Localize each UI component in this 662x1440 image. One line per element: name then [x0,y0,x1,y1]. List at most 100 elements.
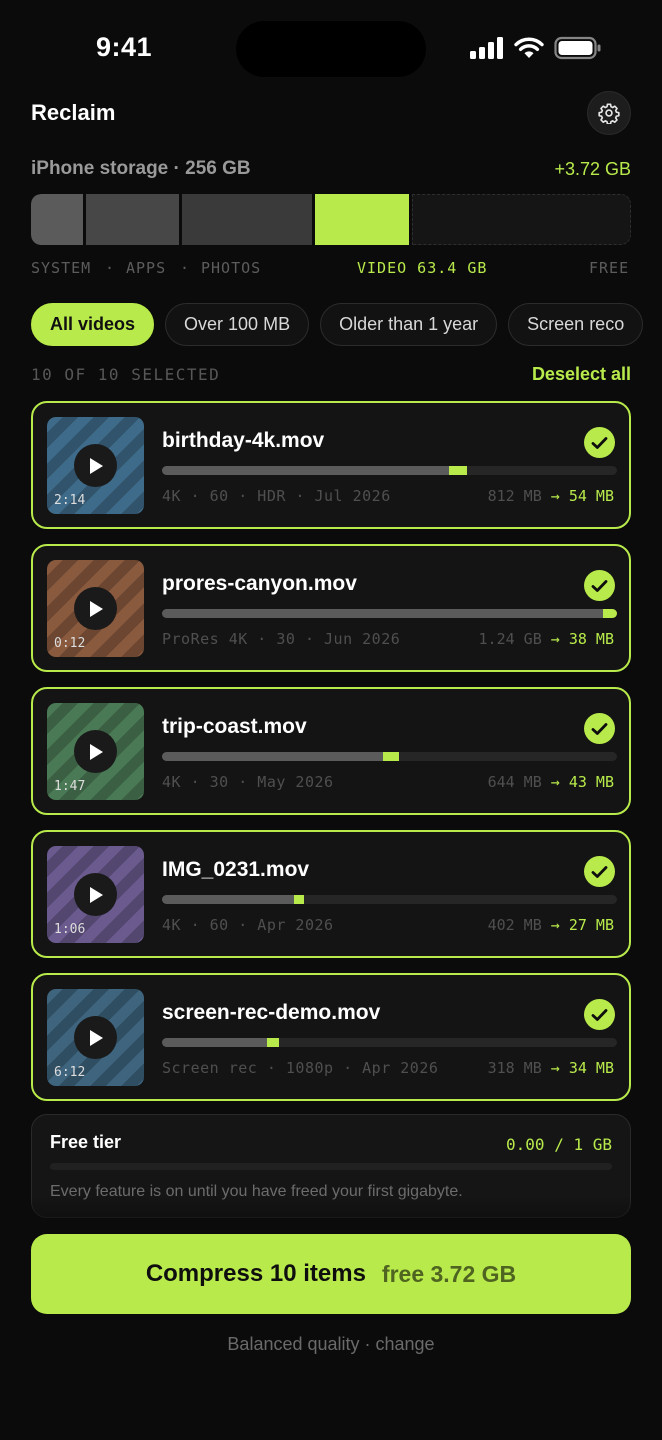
selection-checkbox[interactable] [584,427,615,458]
chip-all-videos[interactable]: All videos [31,303,155,346]
video-thumbnail[interactable]: 2:14 [47,417,144,514]
progress-compressed-fill [448,466,467,475]
video-filename: screen-rec-demo.mov [162,1001,381,1024]
arrow-right-icon: → [550,487,560,505]
compressed-size: 54 MB [568,487,614,505]
video-item-card[interactable]: 0:12 prores-canyon.mov ProRes 4K · 30 · … [31,544,631,672]
selection-count: 10 OF 10 SELECTED [31,365,221,384]
size-progress-bar [162,895,617,904]
progress-compressed-fill [382,752,399,761]
progress-fill [162,609,604,618]
storage-bar [31,194,631,245]
selection-checkbox[interactable] [584,713,615,744]
play-button[interactable] [74,730,117,773]
settings-button[interactable] [587,91,631,135]
arrow-right-icon: → [550,630,560,648]
compress-button[interactable]: Compress 10 items free 3.72 GB [31,1234,631,1314]
storage-segment-video [315,194,409,245]
legend-apps: APPS [126,259,167,277]
video-filename: IMG_0231.mov [162,858,310,881]
video-thumbnail[interactable]: 1:47 [47,703,144,800]
progress-fill [162,895,294,904]
selection-checkbox[interactable] [584,570,615,601]
original-size: 644 MB [487,773,542,791]
compressed-size: 27 MB [568,916,614,934]
status-bar: 9:41 [0,0,662,96]
selection-checkbox[interactable] [584,999,615,1030]
chip-screen-recordings[interactable]: Screen reco [508,303,644,346]
size-change: 402 MB → 27 MB [488,916,614,934]
video-filename: prores-canyon.mov [162,572,357,595]
play-button[interactable] [74,1016,117,1059]
video-duration: 6:12 [54,1065,86,1080]
free-tier-value: 0.00 / 1 GB [506,1135,612,1154]
arrow-right-icon: → [550,773,560,791]
video-filename: birthday-4k.mov [162,429,325,452]
legend-system: SYSTEM [31,259,92,277]
storage-segment-system [31,194,83,245]
checkmark-icon [591,579,608,592]
video-item-card[interactable]: 1:47 trip-coast.mov 4K · 30 · May 2026 6… [31,687,631,815]
compressed-size: 43 MB [568,773,614,791]
compress-button-savings: free 3.72 GB [381,1260,517,1287]
video-item-card[interactable]: 1:06 IMG_0231.mov 4K · 60 · Apr 2026 402… [31,830,631,958]
deselect-all-button[interactable]: Deselect all [532,364,631,385]
progress-compressed-fill [603,609,617,618]
video-meta: Screen rec · 1080p · Apr 2026 [162,1059,439,1077]
battery-icon [554,36,601,60]
checkmark-icon [591,1008,608,1021]
legend-photos: PHOTOS [201,259,262,277]
video-duration: 1:06 [54,922,86,937]
progress-compressed-fill [293,895,304,904]
video-item-card[interactable]: 2:14 birthday-4k.mov 4K · 60 · HDR · Jul… [31,401,631,529]
video-thumbnail[interactable]: 0:12 [47,560,144,657]
video-meta: ProRes 4K · 30 · Jun 2026 [162,630,401,648]
chip-older-than-1-year[interactable]: Older than 1 year [320,303,498,346]
video-thumbnail[interactable]: 6:12 [47,989,144,1086]
original-size: 812 MB [487,487,542,505]
size-progress-bar [162,466,617,475]
video-item-card[interactable]: 6:12 screen-rec-demo.mov Screen rec · 10… [31,973,631,1101]
original-size: 402 MB [487,916,542,934]
storage-segment-apps [86,194,179,245]
video-thumbnail[interactable]: 1:06 [47,846,144,943]
progress-fill [162,466,449,475]
video-meta: 4K · 30 · May 2026 [162,773,334,791]
arrow-right-icon: → [550,1059,560,1077]
app-title: Reclaim [31,100,116,125]
size-progress-bar [162,609,617,618]
quality-setting-link[interactable]: Balanced quality · change [0,1334,662,1355]
progress-fill [162,752,383,761]
compressed-size: 38 MB [568,630,614,648]
scroll-fade [0,1196,662,1236]
size-change: 812 MB → 54 MB [488,487,614,505]
legend-sep: · [180,259,191,277]
original-size: 1.24 GB [478,630,542,648]
dynamic-island [236,21,426,77]
storage-gain: +3.72 GB [554,159,631,179]
legend-sep: · [105,259,116,277]
storage-label: iPhone storage · 256 GB [31,158,251,179]
play-button[interactable] [74,587,117,630]
video-duration: 2:14 [54,493,86,508]
video-meta: 4K · 60 · Apr 2026 [162,916,334,934]
compressed-size: 34 MB [568,1059,614,1077]
video-duration: 0:12 [54,636,86,651]
play-button[interactable] [74,444,117,487]
compress-button-label: Compress 10 items [145,1260,366,1287]
size-change: 644 MB → 43 MB [488,773,614,791]
legend-free: FREE [589,259,630,277]
video-duration: 1:47 [54,779,86,794]
checkmark-icon [591,436,608,449]
chip-over-100mb[interactable]: Over 100 MB [165,303,310,346]
size-progress-bar [162,752,617,761]
status-icons [470,36,602,60]
size-change: 318 MB → 34 MB [488,1059,614,1077]
progress-compressed-fill [266,1038,279,1047]
play-icon [89,600,103,617]
video-meta: 4K · 60 · HDR · Jul 2026 [162,487,391,505]
legend-video: VIDEO 63.4 GB [357,259,488,277]
selection-checkbox[interactable] [584,856,615,887]
play-button[interactable] [74,873,117,916]
play-icon [89,1029,103,1046]
